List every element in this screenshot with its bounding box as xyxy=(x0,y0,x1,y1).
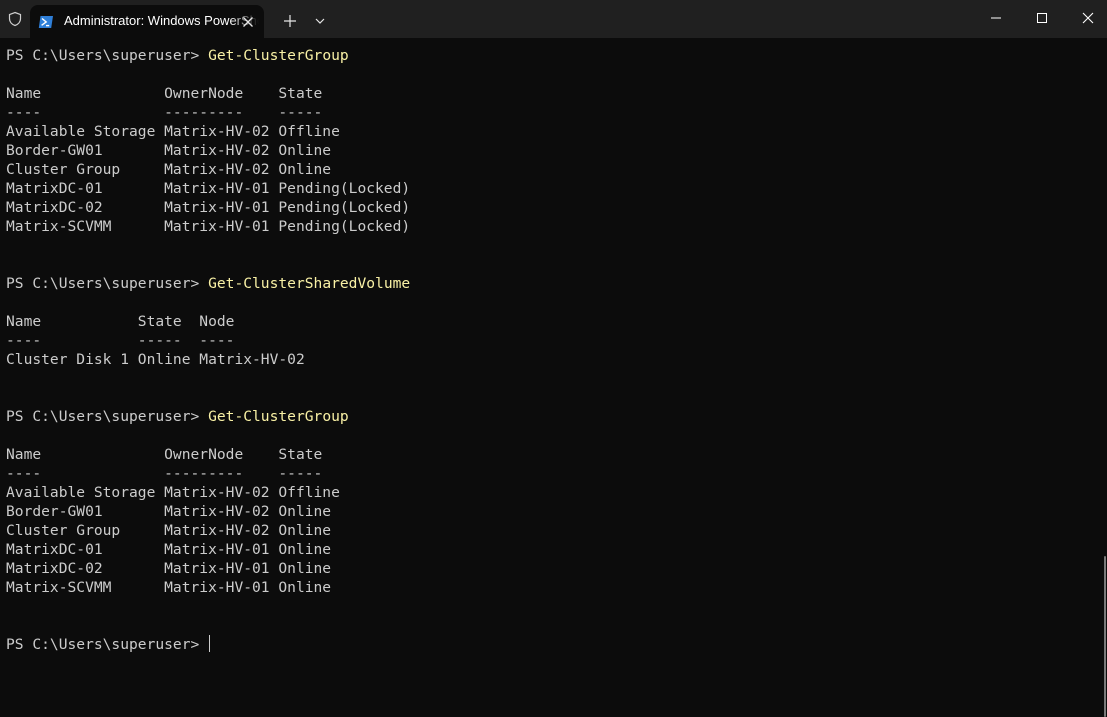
command-text: Get-ClusterGroup xyxy=(208,47,349,64)
prompt-text: PS C:\Users\superuser> xyxy=(6,275,209,292)
output-line: MatrixDC-01 Matrix-HV-01 Online xyxy=(6,541,332,558)
output-line: ---- --------- ----- xyxy=(6,104,323,121)
prompt-text: PS C:\Users\superuser> xyxy=(6,636,209,653)
prompt-text: PS C:\Users\superuser> xyxy=(6,47,209,64)
prompt-line: PS C:\Users\superuser> xyxy=(6,635,211,654)
output-line: Matrix-SCVMM Matrix-HV-01 Online xyxy=(6,579,332,596)
maximize-icon[interactable] xyxy=(1019,0,1065,36)
chevron-down-icon[interactable] xyxy=(308,9,332,33)
command-text: Get-ClusterSharedVolume xyxy=(208,275,411,292)
command-text: Get-ClusterGroup xyxy=(208,408,349,425)
output-line: Border-GW01 Matrix-HV-02 Online xyxy=(6,142,332,159)
prompt-line: PS C:\Users\superuser> Get-ClusterShared… xyxy=(6,274,410,293)
output-line: Name OwnerNode State xyxy=(6,446,323,463)
prompt-text: PS C:\Users\superuser> xyxy=(6,408,209,425)
output-line: ---- ----- ---- xyxy=(6,332,235,349)
minimize-icon[interactable] xyxy=(973,0,1019,36)
output-line: Cluster Disk 1 Online Matrix-HV-02 xyxy=(6,351,305,368)
output-line: MatrixDC-02 Matrix-HV-01 Pending(Locked) xyxy=(6,199,411,216)
output-line: Cluster Group Matrix-HV-02 Online xyxy=(6,161,332,178)
powershell-icon xyxy=(38,14,54,30)
title-bar[interactable]: Administrator: Windows PowerShell xyxy=(0,0,1107,38)
tab-powershell[interactable]: Administrator: Windows PowerShell xyxy=(30,5,264,38)
tab-title: Administrator: Windows PowerShell xyxy=(64,13,259,28)
output-line: Available Storage Matrix-HV-02 Offline xyxy=(6,123,340,140)
output-line: ---- --------- ----- xyxy=(6,465,323,482)
scrollbar[interactable] xyxy=(1103,38,1107,717)
output-line: Name OwnerNode State xyxy=(6,85,323,102)
plus-icon[interactable] xyxy=(278,9,302,33)
prompt-line: PS C:\Users\superuser> Get-ClusterGroup xyxy=(6,46,349,65)
output-line: Name State Node xyxy=(6,313,235,330)
output-line: MatrixDC-02 Matrix-HV-01 Online xyxy=(6,560,332,577)
output-line: Matrix-SCVMM Matrix-HV-01 Pending(Locked… xyxy=(6,218,411,235)
terminal-output[interactable]: PS C:\Users\superuser> Get-ClusterGroup N… xyxy=(0,38,1103,717)
output-line: Cluster Group Matrix-HV-02 Online xyxy=(6,522,332,539)
output-line: Border-GW01 Matrix-HV-02 Online xyxy=(6,503,332,520)
output-line: Available Storage Matrix-HV-02 Offline xyxy=(6,484,340,501)
prompt-line: PS C:\Users\superuser> Get-ClusterGroup xyxy=(6,407,349,426)
shield-icon[interactable] xyxy=(4,8,26,30)
close-icon[interactable] xyxy=(238,12,258,32)
close-icon[interactable] xyxy=(1065,0,1107,36)
output-line: MatrixDC-01 Matrix-HV-01 Pending(Locked) xyxy=(6,180,411,197)
text-cursor xyxy=(209,635,211,652)
terminal-window: Administrator: Windows PowerShell PS C:\… xyxy=(0,0,1107,717)
scrollbar-thumb[interactable] xyxy=(1104,556,1106,717)
